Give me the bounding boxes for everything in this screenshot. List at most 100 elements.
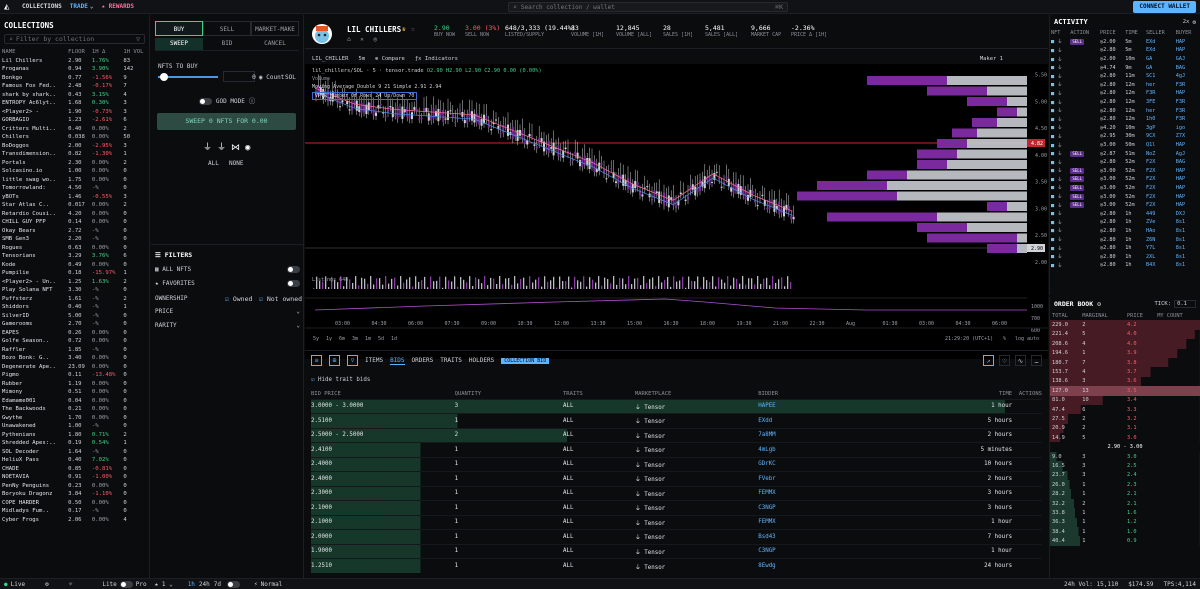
collection-name[interactable]: ENTROPY Ac6lyt..: [0, 99, 66, 108]
activity-seller[interactable]: F2X: [1145, 158, 1175, 167]
filter-favorites[interactable]: ★ FAVORITES: [155, 280, 300, 287]
activity-row[interactable]: ■ ⏚BUY◎2.80 12m 3FEF3R: [1050, 98, 1200, 107]
subtab-sweep[interactable]: SWEEP: [155, 38, 203, 50]
collection-name[interactable]: Play Solana NFT: [0, 286, 66, 295]
select-all[interactable]: ALL: [208, 160, 219, 167]
collection-name[interactable]: Chillers: [0, 133, 66, 142]
ask-row[interactable]: 20.9 2 3.1: [1050, 423, 1200, 434]
collection-name[interactable]: Unawakened: [0, 422, 66, 431]
activity-row[interactable]: ■ ⏚BUY◎2.80 52m F2XBAG: [1050, 158, 1200, 167]
collection-name[interactable]: Cyber Frogs: [0, 516, 66, 525]
activity-seller[interactable]: 3gP: [1145, 124, 1175, 133]
activity-seller[interactable]: 9CX: [1145, 132, 1175, 141]
collection-row[interactable]: Shiddors 0.40 -% 1: [0, 303, 149, 312]
tick-select[interactable]: 0.1: [1174, 300, 1196, 308]
lite-label[interactable]: Lite: [102, 581, 116, 588]
collection-row[interactable]: Retardio Cousi.. 4.20 0.00% 0: [0, 210, 149, 219]
bid-bidder[interactable]: 7a8MM: [758, 427, 919, 443]
collection-row[interactable]: Boryoku Dragonz 3.84 -1.10% 0: [0, 490, 149, 499]
activity-seller[interactable]: F3R: [1145, 89, 1175, 98]
bid-actions[interactable]: [1012, 456, 1042, 472]
collection-name[interactable]: HeliuX Pass: [0, 456, 66, 465]
maker-select[interactable]: Maker 1: [980, 56, 1003, 62]
select-none[interactable]: NONE: [229, 160, 243, 167]
heart-icon[interactable]: ♡: [999, 355, 1010, 366]
activity-col-header[interactable]: NFT: [1050, 29, 1069, 38]
bid-bidder[interactable]: C3NGP: [758, 500, 919, 515]
filter-all-nfts[interactable]: ▦ ALL NFTS: [155, 266, 300, 273]
star-icon[interactable]: ☆: [411, 25, 415, 33]
activity-nft[interactable]: ■ ⏚: [1050, 141, 1069, 150]
collection-name[interactable]: CHILL GUY PFP: [0, 218, 66, 227]
collection-row[interactable]: Golfe Season.. 0.72 0.00% 0: [0, 337, 149, 346]
activity-buyer[interactable]: 8s1: [1175, 252, 1200, 261]
activity-seller[interactable]: ZVe: [1145, 218, 1175, 227]
collection-row[interactable]: Tomorrowland: 4.50 -% 0: [0, 184, 149, 193]
activity-buyer[interactable]: DXJ: [1175, 209, 1200, 218]
collection-row[interactable]: Unawakened 1.00 -% 0: [0, 422, 149, 431]
activity-row[interactable]: ■ ⏚BUY◎2.80 12m herF3R: [1050, 106, 1200, 115]
col-header[interactable]: FLOOR: [66, 48, 90, 57]
bid-level-row[interactable]: 26.0 1 2.3: [1050, 480, 1200, 490]
activity-seller[interactable]: 449: [1145, 209, 1175, 218]
bid-level-row[interactable]: 16.5 3 2.5: [1050, 461, 1200, 471]
activity-nft[interactable]: ■ ⏚: [1050, 167, 1069, 176]
bid-bidder[interactable]: C3NGP: [758, 543, 919, 559]
activity-nft[interactable]: ■ ⏚: [1050, 184, 1069, 193]
collection-bid-button[interactable]: COLLECTION BID: [501, 357, 550, 364]
bid-row[interactable]: 2.5000 - 2.5000 2 ALL ⏚ Tensor 7a8MM 2 hours: [311, 427, 1042, 443]
collection-name[interactable]: Lil Chillers: [0, 57, 66, 66]
collection-name[interactable]: Star Atlas C..: [0, 201, 66, 210]
collection-name[interactable]: NOETAVIA: [0, 473, 66, 482]
collection-name[interactable]: Bozo Bonk: G..: [0, 354, 66, 363]
collection-name[interactable]: Degenerate Ape..: [0, 363, 66, 372]
activity-buyer[interactable]: 8s1: [1175, 235, 1200, 244]
bids-col-header[interactable]: MARKETPLACE: [635, 389, 758, 399]
activity-nft[interactable]: ■ ⏚: [1050, 115, 1069, 124]
activity-buyer[interactable]: 8s1: [1175, 261, 1200, 270]
scale-button[interactable]: log: [1015, 336, 1024, 342]
ask-row[interactable]: 27.5 2 3.2: [1050, 414, 1200, 424]
collection-row[interactable]: BoDoggos 2.00 -2.95% 3: [0, 142, 149, 151]
activity-seller[interactable]: F2X: [1145, 167, 1175, 176]
activity-row[interactable]: ■ ⏚ SELL ◎2.87 51m NoZ AgJ: [1050, 149, 1200, 158]
collection-name[interactable]: BoDoggos: [0, 142, 66, 151]
tab-sell[interactable]: SELL: [203, 21, 251, 36]
activity-buyer[interactable]: F3R: [1175, 106, 1200, 115]
activity-buyer[interactable]: 8s1: [1175, 218, 1200, 227]
settings-icon[interactable]: ⚙: [1097, 300, 1101, 308]
activity-nft[interactable]: ■ ⏚: [1050, 252, 1069, 261]
collection-name[interactable]: Froganas: [0, 65, 66, 74]
timeframe-1h[interactable]: 1h: [188, 581, 195, 588]
collection-row[interactable]: yBOTs 1.46 -0.55% 3: [0, 193, 149, 202]
collection-name[interactable]: SilverID: [0, 312, 66, 321]
ask-row[interactable]: 138.6 3 3.6: [1050, 376, 1200, 387]
settings-icon[interactable]: ⚙: [1192, 19, 1196, 26]
compare-button[interactable]: ⊕ Compare: [375, 56, 405, 62]
activity-seller[interactable]: SC1: [1145, 72, 1175, 81]
collection-name[interactable]: COPE HARDER: [0, 499, 66, 508]
activity-buyer[interactable]: AgJ: [1175, 149, 1200, 158]
bid-bidder[interactable]: FEMMX: [758, 485, 919, 501]
bid-actions[interactable]: [1012, 500, 1042, 515]
chat-icon[interactable]: …: [1031, 355, 1042, 366]
activity-buyer[interactable]: 8s1: [1175, 227, 1200, 236]
bid-level-row[interactable]: 36.3 1 1.2: [1050, 517, 1200, 527]
collection-row[interactable]: Gwythe 1.70 0.00% 0: [0, 414, 149, 423]
collection-row[interactable]: Kode 0.49 0.00% 0: [0, 261, 149, 270]
bid-bidder[interactable]: EXdd: [758, 413, 919, 428]
bid-row[interactable]: 2.1000 1 ALL ⏚ Tensor C3NGP 3 hours: [311, 500, 1042, 515]
scale-button[interactable]: auto: [1027, 336, 1039, 342]
activity-nft[interactable]: ■ ⏚: [1050, 38, 1069, 47]
marketplace-icons[interactable]: ⏚⏚⋈◉: [203, 140, 255, 153]
collection-row[interactable]: Lil Chillers 2.90 1.76% 83: [0, 57, 149, 66]
bid-actions[interactable]: [1012, 558, 1042, 573]
collection-row[interactable]: PenNy Penguins 0.23 0.00% 0: [0, 482, 149, 491]
activity-seller[interactable]: her: [1145, 106, 1175, 115]
collection-row[interactable]: Tensorians 3.29 3.76% 6: [0, 252, 149, 261]
collection-name[interactable]: Boryoku Dragonz: [0, 490, 66, 499]
collection-name[interactable]: Critters Multi..: [0, 125, 66, 134]
activity-row[interactable]: ■ ⏚ SELL ◎3.00 52m F2X HAP: [1050, 201, 1200, 210]
activity-buyer[interactable]: Z7X: [1175, 132, 1200, 141]
activity-seller[interactable]: her: [1145, 81, 1175, 90]
